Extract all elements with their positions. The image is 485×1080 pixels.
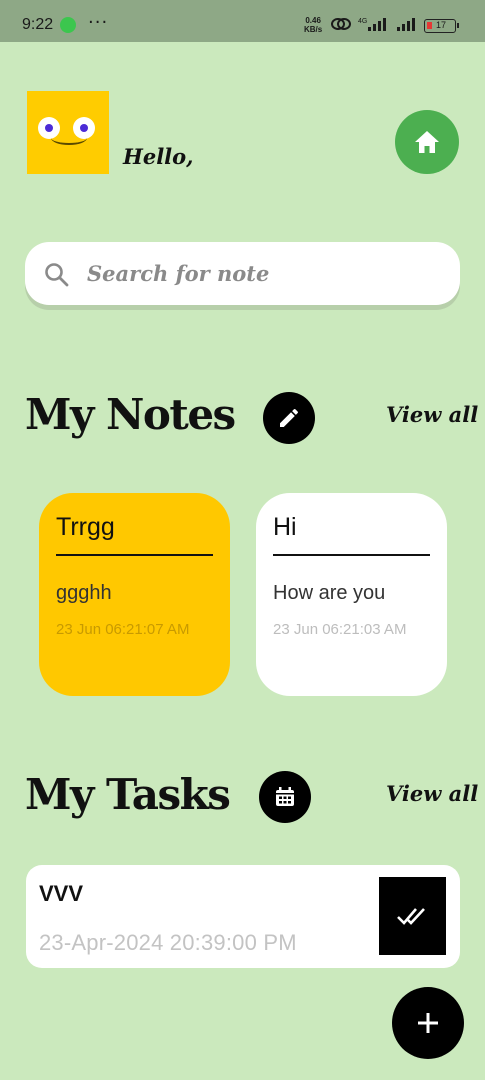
task-complete-button[interactable] — [379, 877, 446, 955]
add-fab-button[interactable] — [392, 987, 464, 1059]
tasks-view-all-link[interactable]: View all — [386, 781, 478, 806]
note-card[interactable]: Hi How are you 23 Jun 06:21:03 AM — [256, 493, 447, 696]
task-title: VVV — [39, 881, 84, 906]
note-divider — [56, 554, 213, 556]
network-speed-unit: KB/s — [304, 25, 323, 34]
svg-text:4G: 4G — [358, 18, 367, 25]
my-notes-title: My Notes — [25, 390, 236, 439]
home-icon — [415, 131, 439, 153]
whatsapp-icon — [60, 17, 76, 33]
add-note-button[interactable] — [263, 392, 315, 444]
my-tasks-title: My Tasks — [25, 770, 231, 819]
note-title: Hi — [273, 513, 297, 541]
signal-icon — [397, 18, 415, 31]
calendar-icon — [276, 787, 294, 806]
done-all-icon — [396, 908, 425, 925]
note-card[interactable]: Trrgg ggghh 23 Jun 06:21:07 AM — [39, 493, 230, 696]
battery-icon: 17 — [424, 19, 459, 33]
hotspot-link-icon — [331, 18, 351, 30]
avatar-mouth — [51, 131, 87, 145]
task-date: 23-Apr-2024 20:39:00 PM — [39, 930, 297, 955]
search-input[interactable] — [87, 257, 427, 289]
plus-icon — [418, 1013, 438, 1033]
status-time: 9:22 — [22, 16, 54, 33]
note-title: Trrgg — [56, 513, 115, 541]
battery-level: 17 — [436, 20, 447, 30]
task-calendar-button[interactable] — [259, 771, 311, 823]
note-body: ggghh — [56, 582, 112, 604]
search-icon — [45, 263, 69, 287]
home-button[interactable] — [395, 110, 459, 174]
edit-icon — [280, 408, 298, 427]
note-divider — [273, 554, 430, 556]
signal-4g-icon: 4G — [358, 18, 386, 31]
greeting-text: Hello, — [123, 144, 194, 169]
search-bar[interactable] — [25, 242, 460, 305]
notes-view-all-link[interactable]: View all — [386, 402, 478, 427]
network-speed: 0.46 KB/s — [304, 16, 322, 34]
note-date: 23 Jun 06:21:03 AM — [273, 621, 407, 638]
note-body: How are you — [273, 582, 386, 604]
avatar — [27, 91, 109, 174]
note-date: 23 Jun 06:21:07 AM — [56, 621, 190, 638]
task-card[interactable]: VVV 23-Apr-2024 20:39:00 PM — [26, 865, 460, 968]
more-notifications-icon: ··· — [88, 12, 109, 33]
status-bar: 9:22 ··· 0.46 KB/s 4G 17 — [0, 0, 485, 42]
network-speed-value: 0.46 — [305, 16, 321, 25]
